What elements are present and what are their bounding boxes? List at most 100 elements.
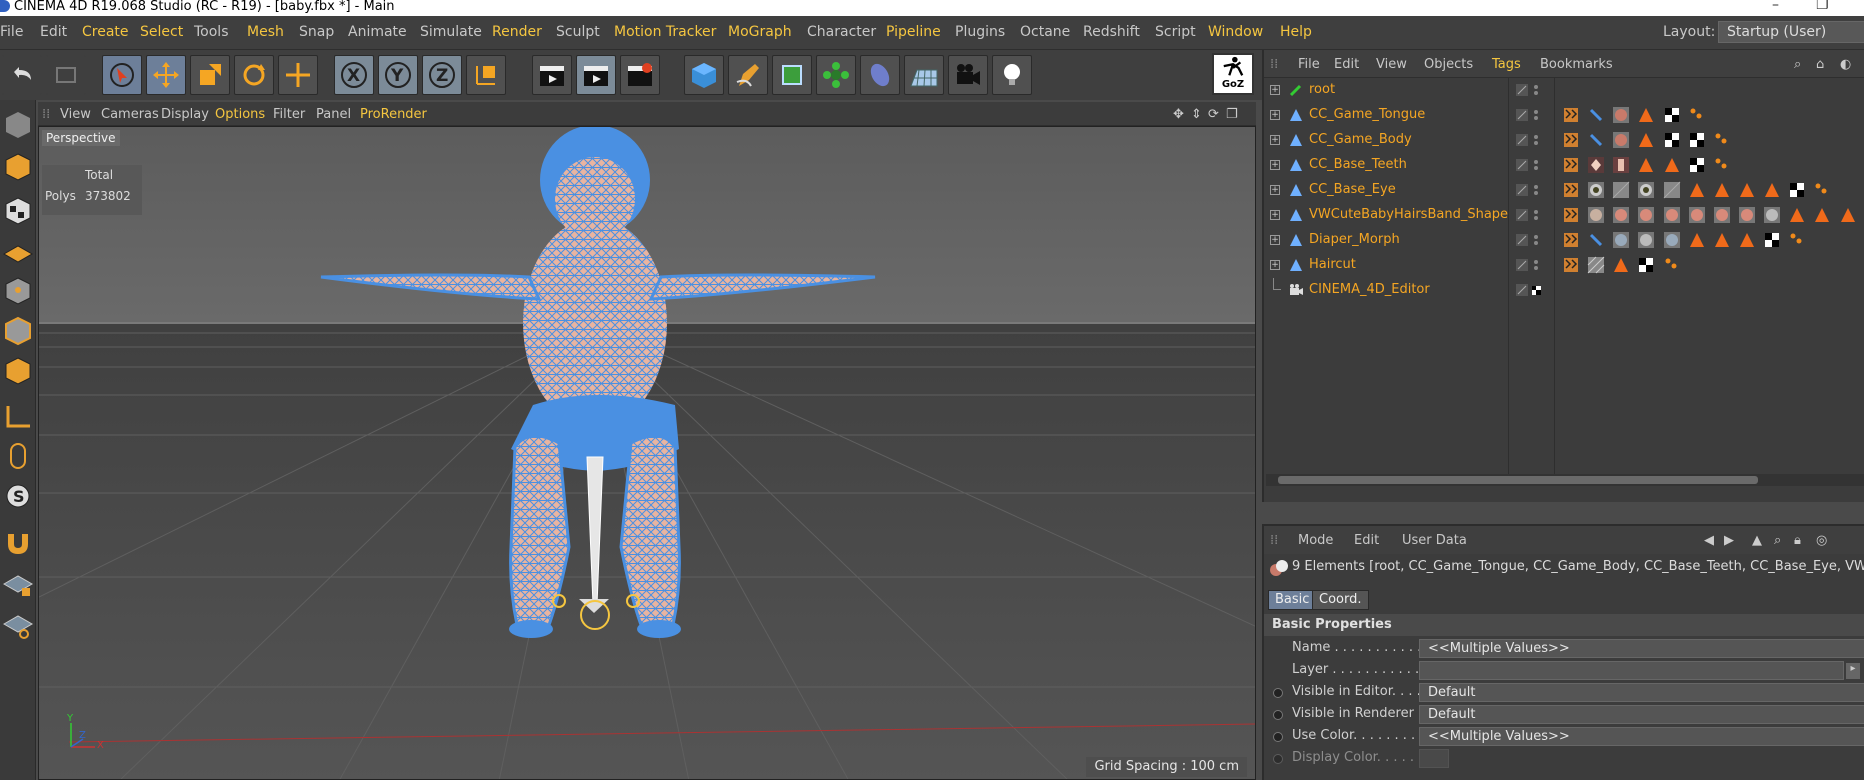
add-camera-button[interactable] bbox=[948, 55, 988, 95]
x-axis-lock-button[interactable]: X bbox=[334, 55, 374, 95]
phong-tag-icon[interactable] bbox=[1637, 131, 1655, 149]
viewport-menu-filter[interactable]: Filter bbox=[273, 107, 305, 122]
object-row-cc-game-tongue[interactable]: + CC_Game_Tongue bbox=[1264, 103, 1864, 128]
expand-toggle[interactable]: + bbox=[1270, 185, 1280, 195]
menu-motion-tracker[interactable]: Motion Tracker bbox=[614, 24, 716, 40]
menu-script[interactable]: Script bbox=[1155, 24, 1196, 40]
object-name[interactable]: Diaper_Morph bbox=[1309, 232, 1400, 247]
material-tag-icon[interactable] bbox=[1612, 206, 1630, 224]
menu-tools[interactable]: Tools bbox=[194, 24, 229, 40]
material-tag-icon[interactable] bbox=[1713, 206, 1731, 224]
visibility-flags-icon[interactable] bbox=[1514, 207, 1544, 223]
render-to-picture-viewer-button[interactable] bbox=[576, 55, 616, 95]
tweak-mode-button[interactable] bbox=[2, 438, 34, 474]
selection-tag-icon[interactable] bbox=[1813, 181, 1831, 199]
om-menu-view[interactable]: View bbox=[1376, 57, 1407, 72]
visible-in-editor-select[interactable]: Default bbox=[1419, 683, 1864, 702]
expand-toggle[interactable]: + bbox=[1270, 160, 1280, 170]
om-menu-bookmarks[interactable]: Bookmarks bbox=[1540, 57, 1613, 72]
object-name[interactable]: CC_Game_Body bbox=[1309, 132, 1412, 147]
model-mode-button[interactable] bbox=[2, 148, 34, 184]
menu-help[interactable]: Help bbox=[1280, 24, 1312, 40]
restore-icon[interactable]: ❐ bbox=[1816, 0, 1829, 12]
make-editable-button[interactable] bbox=[2, 106, 34, 142]
uvw-tag-icon[interactable] bbox=[1663, 106, 1681, 124]
selection-tag-icon[interactable] bbox=[1788, 231, 1806, 249]
selection-tag-icon[interactable] bbox=[1688, 106, 1706, 124]
object-name[interactable]: CC_Game_Tongue bbox=[1309, 107, 1425, 122]
material-tag-icon[interactable] bbox=[1763, 206, 1781, 224]
object-manager-hscrollbar[interactable] bbox=[1266, 474, 1864, 486]
viewport-orbit-icon[interactable]: ⟳ bbox=[1208, 107, 1219, 122]
object-row-haircut[interactable]: + Haircut bbox=[1264, 253, 1864, 278]
object-name[interactable]: CINEMA_4D_Editor bbox=[1309, 282, 1430, 297]
use-color-select[interactable]: <<Multiple Values>> bbox=[1419, 727, 1864, 746]
viewport-menu-display[interactable]: Display bbox=[161, 107, 209, 122]
scale-tool-button[interactable] bbox=[190, 55, 230, 95]
material-tag-icon[interactable] bbox=[1587, 206, 1605, 224]
om-layer-icon[interactable]: ◐ bbox=[1840, 57, 1851, 72]
material-tag-icon[interactable] bbox=[1738, 206, 1756, 224]
material-tag-icon[interactable] bbox=[1612, 231, 1630, 249]
material-tag-icon[interactable] bbox=[1637, 206, 1655, 224]
layout-select[interactable]: Startup (User) bbox=[1718, 21, 1864, 43]
menu-snap[interactable]: Snap bbox=[299, 24, 334, 40]
coordinate-system-button[interactable] bbox=[466, 55, 506, 95]
add-spline-button[interactable] bbox=[728, 55, 768, 95]
weight-tag-icon[interactable] bbox=[1562, 131, 1580, 149]
menu-mesh[interactable]: Mesh bbox=[247, 24, 284, 40]
polygons-mode-button[interactable] bbox=[2, 352, 34, 388]
planar-workplane-button[interactable] bbox=[2, 606, 34, 642]
visibility-flags-icon[interactable] bbox=[1514, 257, 1544, 273]
om-menu-objects[interactable]: Objects bbox=[1424, 57, 1473, 72]
object-name[interactable]: Haircut bbox=[1309, 257, 1356, 272]
phong-tag-icon[interactable] bbox=[1738, 181, 1756, 199]
forward-arrow-icon[interactable]: ▶ bbox=[1724, 533, 1734, 548]
perspective-viewport[interactable]: Y X Z Perspective Total Polys 373802 Gri… bbox=[38, 126, 1256, 780]
layer-field[interactable] bbox=[1419, 661, 1844, 680]
workplane-lock-button[interactable] bbox=[2, 566, 34, 602]
visibility-flags-icon[interactable] bbox=[1514, 157, 1544, 173]
y-axis-lock-button[interactable]: Y bbox=[378, 55, 418, 95]
expand-toggle[interactable]: + bbox=[1270, 110, 1280, 120]
visibility-flags-icon[interactable] bbox=[1514, 182, 1544, 198]
recent-tool-button[interactable] bbox=[278, 55, 318, 95]
pose-morph-tag-icon[interactable] bbox=[1587, 131, 1605, 149]
viewport-menu-cameras[interactable]: Cameras bbox=[101, 107, 159, 122]
add-deformer-button[interactable] bbox=[860, 55, 900, 95]
material-tag-icon[interactable] bbox=[1612, 131, 1630, 149]
undo-button[interactable] bbox=[2, 55, 42, 95]
axis-mode-button[interactable] bbox=[2, 398, 34, 434]
add-cube-button[interactable] bbox=[684, 55, 724, 95]
am-search-icon[interactable]: ⌕ bbox=[1774, 533, 1781, 548]
phong-tag-icon[interactable] bbox=[1763, 181, 1781, 199]
add-light-button[interactable] bbox=[992, 55, 1032, 95]
expand-toggle[interactable]: + bbox=[1270, 135, 1280, 145]
object-row-cinema-4d-editor[interactable]: CINEMA_4D_Editor bbox=[1264, 278, 1864, 303]
visibility-flags-icon[interactable] bbox=[1514, 132, 1544, 148]
phong-tag-icon[interactable] bbox=[1637, 156, 1655, 174]
minimize-icon[interactable]: – bbox=[1772, 0, 1779, 12]
animation-radio-icon[interactable] bbox=[1273, 754, 1283, 764]
menu-render[interactable]: Render bbox=[492, 24, 542, 40]
viewport-maximize-icon[interactable]: ❐ bbox=[1226, 107, 1238, 122]
workplane-mode-button[interactable] bbox=[2, 232, 34, 268]
weight-tag-icon[interactable] bbox=[1562, 181, 1580, 199]
om-menu-file[interactable]: File bbox=[1298, 57, 1320, 72]
weight-tag-icon[interactable] bbox=[1562, 156, 1580, 174]
object-row-cc-game-body[interactable]: + CC_Game_Body bbox=[1264, 128, 1864, 153]
menu-window[interactable]: Window bbox=[1208, 24, 1263, 40]
viewport-menu-view[interactable]: View bbox=[60, 107, 91, 122]
weight-tag-icon[interactable] bbox=[1562, 231, 1580, 249]
material-tag-icon[interactable] bbox=[1663, 181, 1681, 199]
menu-character[interactable]: Character bbox=[807, 24, 876, 40]
lock-icon[interactable]: 🔒︎ bbox=[1794, 533, 1801, 548]
visibility-flags-icon[interactable] bbox=[1514, 82, 1544, 98]
up-arrow-icon[interactable]: ▲ bbox=[1752, 533, 1762, 548]
viewport-menu-options[interactable]: Options bbox=[215, 107, 265, 122]
tab-coord[interactable]: Coord. bbox=[1312, 590, 1369, 610]
selection-tag-icon[interactable] bbox=[1713, 131, 1731, 149]
menu-file[interactable]: File bbox=[0, 24, 23, 40]
phong-tag-icon[interactable] bbox=[1688, 181, 1706, 199]
object-name[interactable]: CC_Base_Teeth bbox=[1309, 157, 1407, 172]
